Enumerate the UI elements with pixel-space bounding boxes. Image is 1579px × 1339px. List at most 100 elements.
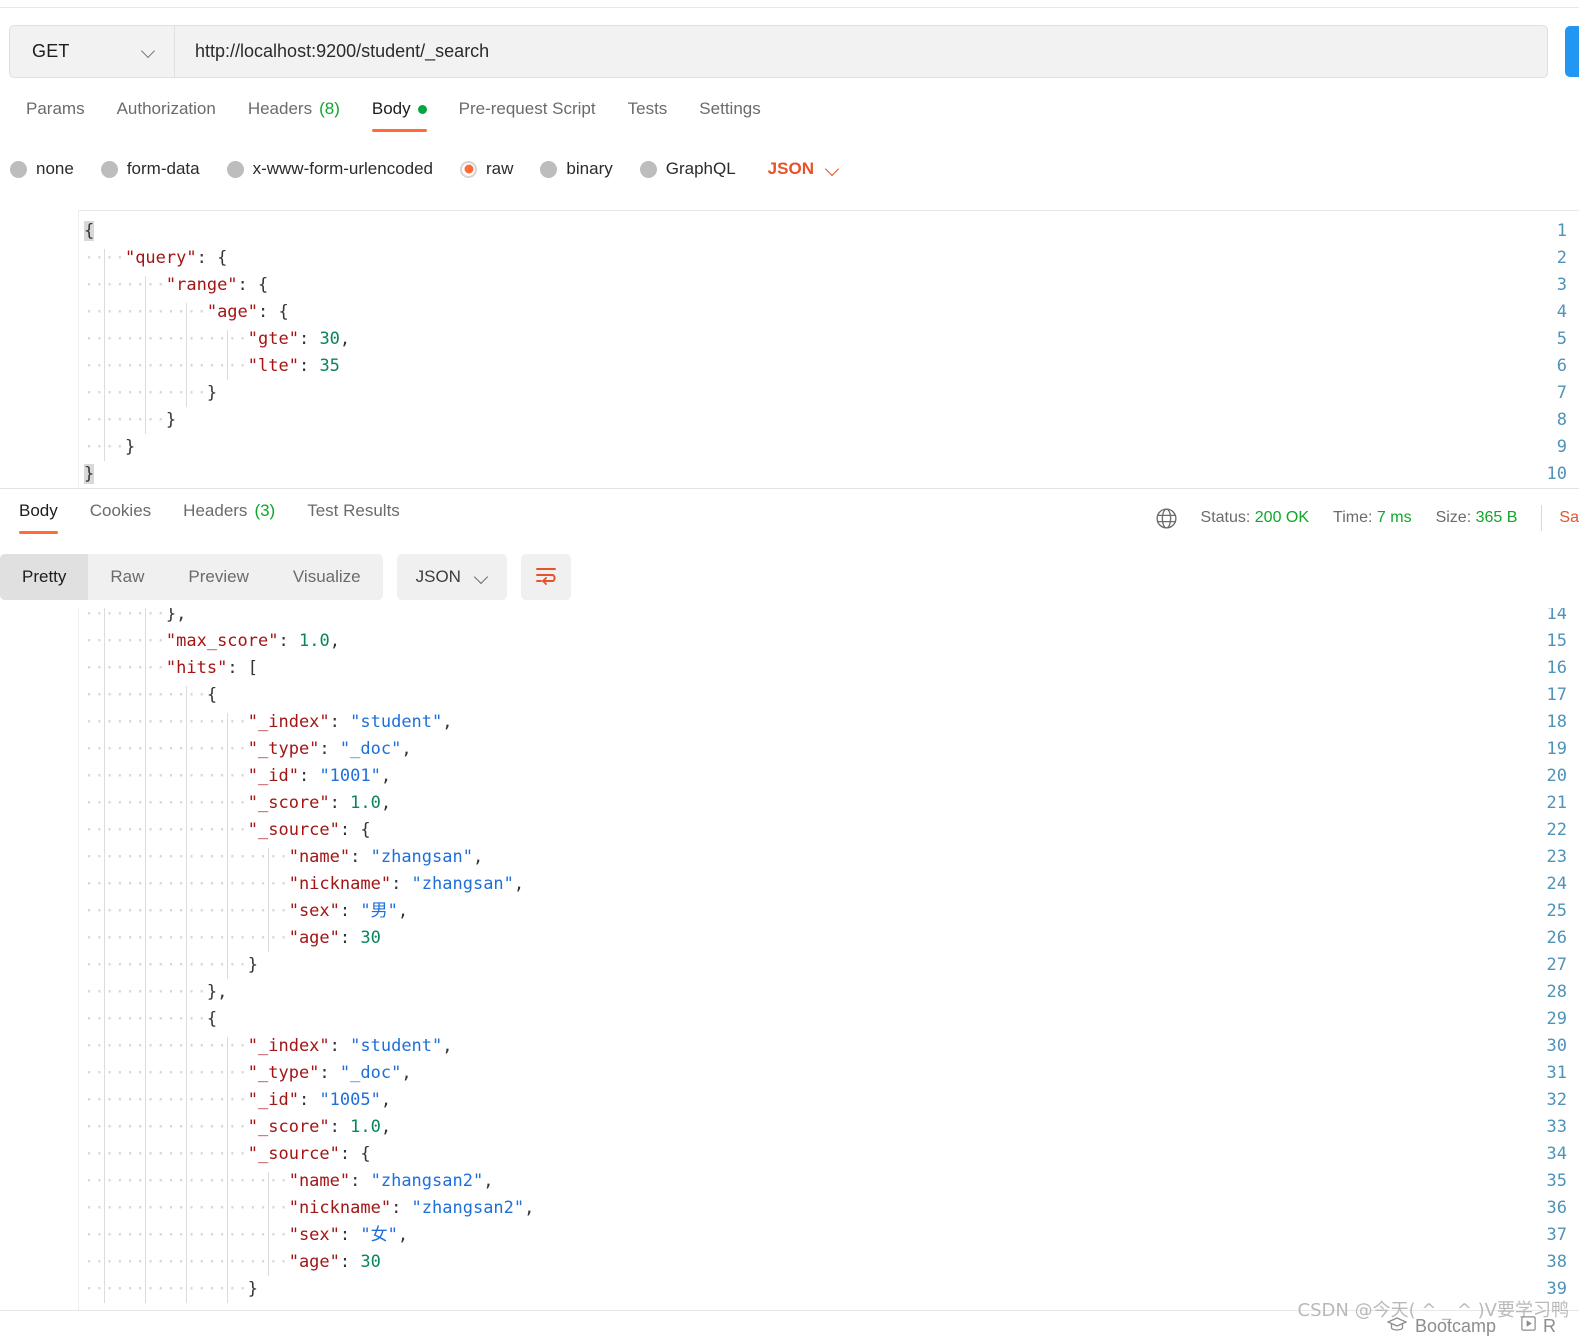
body-type-form-data[interactable]: form-data: [100, 159, 200, 179]
globe-icon[interactable]: [1154, 506, 1179, 531]
tab-headers-count: (8): [319, 99, 340, 118]
response-tab-body-label: Body: [19, 501, 58, 520]
code-line[interactable]: ········"hits": [: [84, 655, 258, 682]
radio-icon: [639, 160, 657, 178]
tab-params[interactable]: Params: [10, 98, 101, 120]
tab-settings-label: Settings: [699, 99, 761, 118]
status-label: Status:: [1200, 509, 1251, 526]
response-meta: Status: 200 OK Time: 7 ms Size: 365 B Sa: [1154, 505, 1579, 531]
indent-guide: [104, 249, 106, 461]
code-line[interactable]: }: [84, 461, 95, 488]
response-tab-headers[interactable]: Headers (3): [167, 500, 291, 522]
code-line[interactable]: ················"_type": "_doc",: [84, 1060, 412, 1087]
code-line[interactable]: ············},: [84, 979, 227, 1006]
radio-selected-icon: [460, 160, 478, 178]
line-number: 34: [1546, 1144, 1567, 1164]
body-type-none[interactable]: none: [10, 159, 74, 179]
play-box-icon: [1520, 1315, 1537, 1337]
line-number: 2: [1556, 248, 1567, 268]
body-type-graphql[interactable]: GraphQL: [639, 159, 736, 179]
line-number: 36: [1546, 1198, 1567, 1218]
radio-icon: [10, 160, 27, 178]
time-value: 7 ms: [1376, 509, 1412, 526]
code-line[interactable]: ················"gte": 30,: [84, 326, 350, 353]
line-number: 31: [1546, 1063, 1567, 1083]
radio-icon: [100, 160, 118, 178]
size-metric[interactable]: Size: 365 B: [1436, 509, 1518, 527]
line-number: 14: [1546, 608, 1567, 624]
code-line[interactable]: ················"_id": "1001",: [84, 763, 391, 790]
code-line[interactable]: ················"_index": "student",: [84, 709, 453, 736]
code-line[interactable]: ················}: [84, 1276, 258, 1303]
code-line[interactable]: ················"lte": 35: [84, 353, 340, 380]
radio-icon: [226, 160, 244, 178]
response-view-mode-group: Pretty Raw Preview Visualize: [0, 554, 383, 600]
line-number: 35: [1546, 1171, 1567, 1191]
body-type-x-www-form-urlencoded[interactable]: x-www-form-urlencoded: [226, 159, 433, 179]
code-line[interactable]: ····················"age": 30: [84, 925, 381, 952]
request-tabs: Params Authorization Headers (8) Body Pr…: [0, 98, 1579, 136]
response-tab-test-results-label: Test Results: [307, 501, 400, 520]
word-wrap-button[interactable]: [520, 554, 571, 600]
size-label: Size:: [1435, 509, 1472, 526]
response-format-dropdown[interactable]: JSON: [396, 554, 507, 600]
code-line[interactable]: ········},: [84, 608, 186, 628]
code-line[interactable]: ····················"nickname": "zhangsa…: [84, 871, 524, 898]
tab-tests[interactable]: Tests: [612, 98, 684, 120]
view-mode-pretty[interactable]: Pretty: [0, 554, 89, 600]
response-tab-cookies[interactable]: Cookies: [74, 500, 167, 522]
line-number: 24: [1546, 874, 1567, 894]
code-line[interactable]: ····················"sex": "女",: [84, 1222, 408, 1249]
code-line[interactable]: {: [84, 218, 95, 245]
runner-group[interactable]: R: [1520, 1315, 1556, 1337]
tab-pre-request-script[interactable]: Pre-request Script: [443, 98, 612, 120]
request-body-editor[interactable]: 1 {2 ····"query": {3 ········"range": {4 ···…: [0, 210, 1579, 488]
code-line[interactable]: ········}: [84, 407, 176, 434]
tab-headers[interactable]: Headers (8): [232, 98, 356, 120]
bootcamp-label[interactable]: Bootcamp: [1415, 1316, 1496, 1337]
view-mode-raw[interactable]: Raw: [88, 554, 166, 600]
response-tab-test-results[interactable]: Test Results: [291, 500, 416, 522]
time-metric[interactable]: Time: 7 ms: [1333, 509, 1412, 527]
response-body-editor[interactable]: 14 ········}, 15 ········"max_score": 1.0, 1…: [0, 608, 1579, 1310]
body-type-binary[interactable]: binary: [540, 159, 613, 179]
code-line[interactable]: ····················"name": "zhangsan",: [84, 844, 483, 871]
code-line[interactable]: ················"_score": 1.0,: [84, 1114, 391, 1141]
code-line[interactable]: ················"_score": 1.0,: [84, 790, 391, 817]
code-line[interactable]: ········"max_score": 1.0,: [84, 628, 340, 655]
response-tab-body[interactable]: Body: [3, 500, 74, 534]
code-line[interactable]: ····"query": {: [84, 245, 227, 272]
code-line[interactable]: ····················"age": 30: [84, 1249, 381, 1276]
code-line[interactable]: ····················"sex": "男",: [84, 898, 408, 925]
body-type-form-data-label: form-data: [126, 159, 200, 178]
code-line[interactable]: ····················"nickname": "zhangsa…: [84, 1195, 534, 1222]
window-top-divider: [0, 7, 1579, 8]
body-type-raw[interactable]: raw: [460, 159, 513, 179]
save-response-button[interactable]: Sa: [1559, 509, 1579, 527]
code-line[interactable]: ················"_type": "_doc",: [84, 736, 412, 763]
tab-settings[interactable]: Settings: [683, 98, 776, 120]
line-number: 25: [1546, 901, 1567, 921]
view-mode-visualize[interactable]: Visualize: [271, 554, 383, 600]
chevron-down-icon: [826, 163, 839, 176]
code-line[interactable]: ················"_id": "1005",: [84, 1087, 391, 1114]
code-line[interactable]: ········"range": {: [84, 272, 268, 299]
line-number: 26: [1546, 928, 1567, 948]
http-method-dropdown[interactable]: GET: [9, 25, 174, 78]
indent-guide: [226, 330, 228, 380]
status-metric[interactable]: Status: 200 OK: [1201, 509, 1310, 527]
code-line[interactable]: ····}: [84, 434, 135, 461]
tab-authorization[interactable]: Authorization: [101, 98, 232, 120]
line-number: 16: [1546, 658, 1567, 678]
view-mode-preview[interactable]: Preview: [166, 554, 270, 600]
radio-icon: [540, 160, 558, 178]
raw-format-dropdown[interactable]: JSON: [768, 159, 839, 179]
code-line[interactable]: ················}: [84, 952, 258, 979]
body-type-binary-label: binary: [566, 159, 613, 178]
line-number: 30: [1546, 1036, 1567, 1056]
line-number: 21: [1546, 793, 1567, 813]
url-input[interactable]: http://localhost:9200/student/_search: [174, 25, 1548, 78]
tab-body[interactable]: Body: [356, 98, 443, 132]
code-line[interactable]: ················"_index": "student",: [84, 1033, 453, 1060]
send-button[interactable]: [1565, 26, 1579, 77]
